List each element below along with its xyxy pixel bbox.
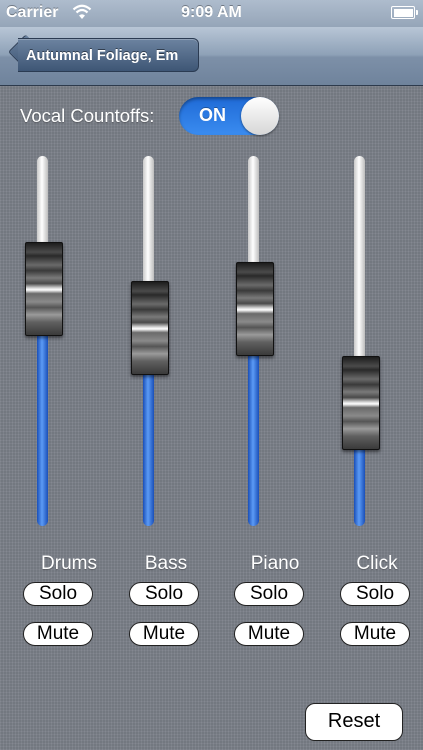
toggle-knob[interactable] <box>241 97 279 135</box>
fader-bass[interactable] <box>124 156 174 526</box>
vocal-countoffs-toggle[interactable]: ON <box>179 97 279 135</box>
fader-track-level <box>143 369 154 526</box>
toggle-state-label: ON <box>199 105 226 125</box>
mute-button-piano[interactable]: Mute <box>234 622 304 646</box>
fader-track-level <box>37 330 48 526</box>
channel-label-piano: Piano <box>250 553 300 574</box>
fader-knob[interactable] <box>236 261 274 356</box>
channel-label-bass: Bass <box>144 553 188 574</box>
fader-track-upper <box>143 156 154 286</box>
solo-button-bass[interactable]: Solo <box>129 582 199 606</box>
fader-knob[interactable] <box>131 281 169 376</box>
mute-button-click[interactable]: Mute <box>340 622 410 646</box>
battery-icon <box>391 6 418 19</box>
solo-button-drums[interactable]: Solo <box>23 582 93 606</box>
channel-label-click: Click <box>356 553 398 574</box>
fader-knob[interactable] <box>25 242 63 337</box>
fader-track-level <box>354 444 365 526</box>
fader-click[interactable] <box>335 156 385 526</box>
navigation-bar: Autumnal Foliage, Em <box>0 27 423 86</box>
solo-button-piano[interactable]: Solo <box>234 582 304 606</box>
channel-label-drums: Drums <box>41 553 97 574</box>
status-time: 9:09 AM <box>181 4 242 21</box>
fader-track-upper <box>354 156 365 361</box>
status-bar: Carrier 9:09 AM <box>0 0 423 27</box>
fader-track-upper <box>37 156 48 247</box>
fader-track-upper <box>248 156 259 266</box>
fader-knob[interactable] <box>342 356 380 451</box>
vocal-countoffs-label: Vocal Countoffs: <box>20 105 155 126</box>
back-button[interactable]: Autumnal Foliage, Em <box>18 38 199 72</box>
solo-button-click[interactable]: Solo <box>340 582 410 606</box>
fader-piano[interactable] <box>229 156 279 526</box>
fader-track-level <box>248 349 259 526</box>
fader-drums[interactable] <box>18 156 68 526</box>
mute-button-bass[interactable]: Mute <box>129 622 199 646</box>
reset-button[interactable]: Reset <box>305 703 403 741</box>
mute-button-drums[interactable]: Mute <box>23 622 93 646</box>
